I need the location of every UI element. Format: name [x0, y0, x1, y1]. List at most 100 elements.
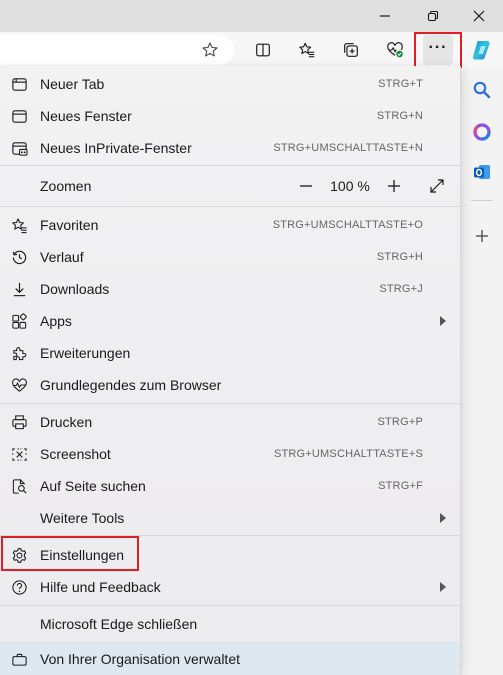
browser-essentials-icon — [387, 42, 403, 58]
downloads-shortcut: STRG+J — [379, 283, 423, 295]
find-on-page-shortcut: STRG+F — [378, 480, 423, 492]
settings-and-more-menu: Neuer Tab STRG+T Neues Fenster STRG+N Ne… — [0, 66, 461, 675]
favorites-icon — [299, 42, 315, 58]
outlook-icon — [474, 165, 490, 179]
split-screen-button[interactable] — [248, 35, 278, 65]
screenshot-shortcut: STRG+UMSCHALTTASTE+S — [273, 448, 423, 460]
settings-label: Einstellungen — [40, 547, 125, 563]
more-dots-icon: ··· — [428, 39, 448, 56]
menu-item-extensions[interactable]: Erweiterungen — [0, 337, 460, 369]
menu-separator — [0, 535, 460, 536]
zoom-in-button[interactable] — [381, 173, 407, 199]
history-icon — [10, 248, 28, 266]
help-icon — [10, 578, 28, 596]
gear-icon — [10, 546, 28, 564]
full-screen-icon — [430, 179, 444, 193]
menu-item-browser-essentials[interactable]: Grundlegendes zum Browser — [0, 369, 460, 401]
menu-item-find-on-page[interactable]: Auf Seite suchen STRG+F — [0, 470, 460, 502]
more-tools-label: Weitere Tools — [40, 510, 125, 526]
new-tab-icon — [10, 75, 28, 93]
menu-separator — [0, 206, 460, 207]
new-window-shortcut: STRG+N — [376, 110, 423, 122]
new-inprivate-label: Neues InPrivate-Fenster — [40, 140, 192, 156]
menu-item-settings[interactable]: Einstellungen — [0, 539, 460, 571]
copilot-button[interactable] — [470, 38, 494, 62]
restore-icon — [427, 10, 439, 22]
history-shortcut: STRG+H — [376, 251, 423, 263]
sidebar-separator — [471, 200, 493, 201]
help-feedback-label: Hilfe und Feedback — [40, 579, 161, 595]
split-screen-icon — [256, 43, 270, 57]
add-sidebar-app-button[interactable] — [470, 224, 494, 248]
close-window-button[interactable] — [460, 0, 498, 32]
menu-item-zoom: Zoomen 100 % — [0, 170, 460, 202]
menu-item-help-feedback[interactable]: Hilfe und Feedback — [0, 571, 460, 603]
close-edge-label: Microsoft Edge schließen — [40, 616, 198, 632]
menu-item-downloads[interactable]: Downloads STRG+J — [0, 273, 460, 305]
menu-item-screenshot[interactable]: Screenshot STRG+UMSCHALTTASTE+S — [0, 438, 460, 470]
menu-item-close-edge[interactable]: Microsoft Edge schließen — [0, 608, 460, 640]
managed-label: Von Ihrer Organisation verwaltet — [40, 651, 240, 667]
menu-item-favorites[interactable]: Favoriten STRG+UMSCHALTTASTE+O — [0, 209, 460, 241]
favorites-label: Favoriten — [40, 217, 99, 233]
favorites-shortcut: STRG+UMSCHALTTASTE+O — [272, 219, 423, 231]
browser-essentials-label: Grundlegendes zum Browser — [40, 377, 222, 393]
history-label: Verlauf — [40, 249, 84, 265]
restore-button[interactable] — [414, 0, 452, 32]
search-button[interactable] — [470, 78, 494, 102]
managed-by-organization[interactable]: Von Ihrer Organisation verwaltet — [0, 642, 460, 675]
plus-icon — [388, 180, 400, 192]
favorites-button[interactable] — [292, 35, 322, 65]
zoom-value: 100 % — [330, 178, 370, 194]
edge-sidebar — [461, 41, 503, 675]
full-screen-button[interactable] — [424, 173, 450, 199]
extensions-label: Erweiterungen — [40, 345, 131, 361]
copilot-icon — [472, 41, 490, 60]
favorite-star-button[interactable] — [195, 35, 225, 65]
menu-item-new-inprivate[interactable]: Neues InPrivate-Fenster STRG+UMSCHALTTAS… — [0, 132, 460, 164]
submenu-arrow-icon — [440, 582, 446, 592]
collections-button[interactable] — [336, 35, 366, 65]
microsoft-365-button[interactable] — [470, 120, 494, 144]
find-on-page-icon — [10, 477, 28, 495]
menu-item-apps[interactable]: Apps — [0, 305, 460, 337]
minimize-button[interactable] — [366, 0, 404, 32]
menu-item-history[interactable]: Verlauf STRG+H — [0, 241, 460, 273]
star-icon — [202, 42, 218, 57]
window-title-bar — [0, 0, 503, 32]
collections-icon — [344, 43, 358, 57]
plus-icon — [476, 230, 488, 242]
inprivate-window-icon — [10, 139, 28, 157]
menu-separator — [0, 403, 460, 404]
apps-icon — [10, 312, 28, 330]
outlook-button[interactable] — [470, 160, 494, 184]
menu-item-more-tools[interactable]: Weitere Tools — [0, 502, 460, 534]
screenshot-icon — [10, 445, 28, 463]
print-shortcut: STRG+P — [377, 416, 423, 428]
favorites-icon — [10, 216, 28, 234]
browser-essentials-button[interactable] — [380, 35, 410, 65]
zoom-label: Zoomen — [40, 178, 92, 194]
microsoft-365-icon — [473, 123, 491, 141]
print-label: Drucken — [40, 414, 93, 430]
menu-item-new-tab[interactable]: Neuer Tab STRG+T — [0, 68, 460, 100]
minimize-icon — [380, 15, 390, 17]
find-on-page-label: Auf Seite suchen — [40, 478, 146, 494]
zoom-out-button[interactable] — [293, 173, 319, 199]
print-icon — [10, 413, 28, 431]
submenu-arrow-icon — [440, 316, 446, 326]
menu-item-print[interactable]: Drucken STRG+P — [0, 406, 460, 438]
search-icon — [473, 81, 491, 99]
apps-label: Apps — [40, 313, 72, 329]
new-inprivate-shortcut: STRG+UMSCHALTTASTE+N — [273, 142, 423, 154]
download-icon — [10, 280, 28, 298]
minus-icon — [300, 185, 312, 187]
settings-and-more-button[interactable]: ··· — [423, 35, 453, 65]
extensions-icon — [10, 344, 28, 362]
new-window-label: Neues Fenster — [40, 108, 132, 124]
close-icon — [473, 10, 485, 22]
briefcase-icon — [10, 650, 28, 668]
new-tab-shortcut: STRG+T — [378, 78, 423, 90]
new-tab-label: Neuer Tab — [40, 76, 105, 92]
menu-item-new-window[interactable]: Neues Fenster STRG+N — [0, 100, 460, 132]
